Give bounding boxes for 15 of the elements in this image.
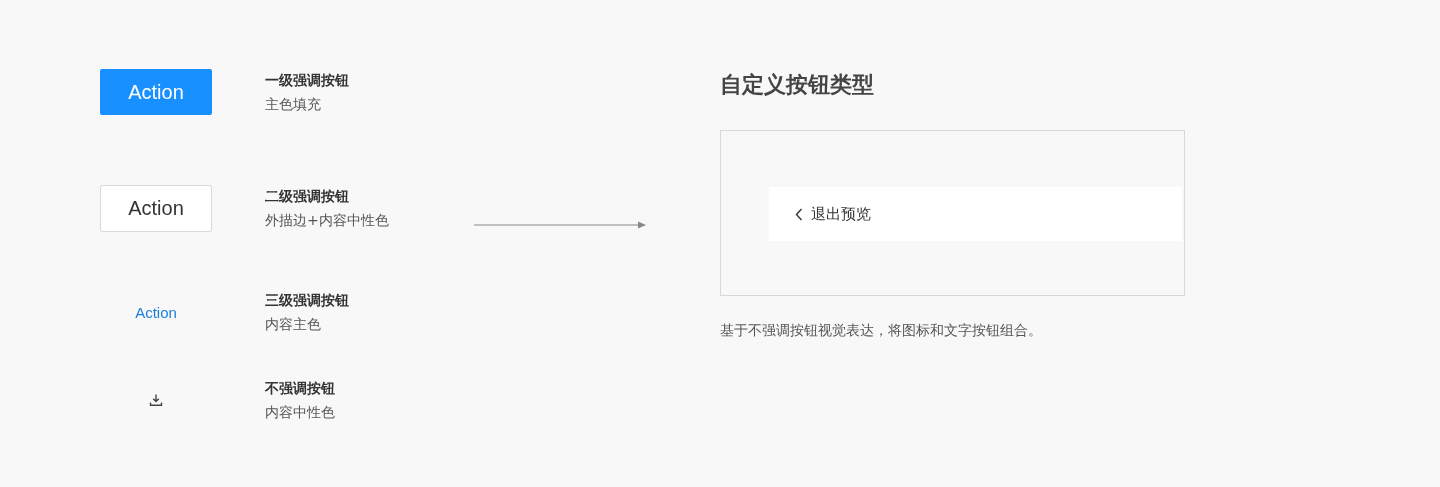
button-type-title: 一级强调按钮 (265, 71, 349, 90)
download-icon[interactable] (149, 393, 163, 407)
exit-preview-button[interactable]: 退出预览 (795, 204, 871, 224)
button-type-description: 主色填充 (265, 95, 322, 114)
button-type-title: 不强调按钮 (265, 379, 335, 398)
secondary-button[interactable]: Action (100, 184, 212, 232)
button-type-description: 内容中性色 (265, 403, 335, 422)
button-type-title: 二级强调按钮 (265, 187, 350, 206)
caption: 基于不强调按钮视觉表达，将图标和文字按钮组合。 (720, 322, 1043, 340)
section-title: 自定义按钮类型 (720, 71, 875, 99)
button-type-description: 外描边+内容中性色 (265, 211, 389, 230)
chevron-left-icon (795, 207, 803, 221)
text-button[interactable]: Action (131, 301, 181, 323)
button-type-title: 三级强调按钮 (265, 291, 349, 310)
button-type-description: 内容主色 (265, 315, 322, 334)
